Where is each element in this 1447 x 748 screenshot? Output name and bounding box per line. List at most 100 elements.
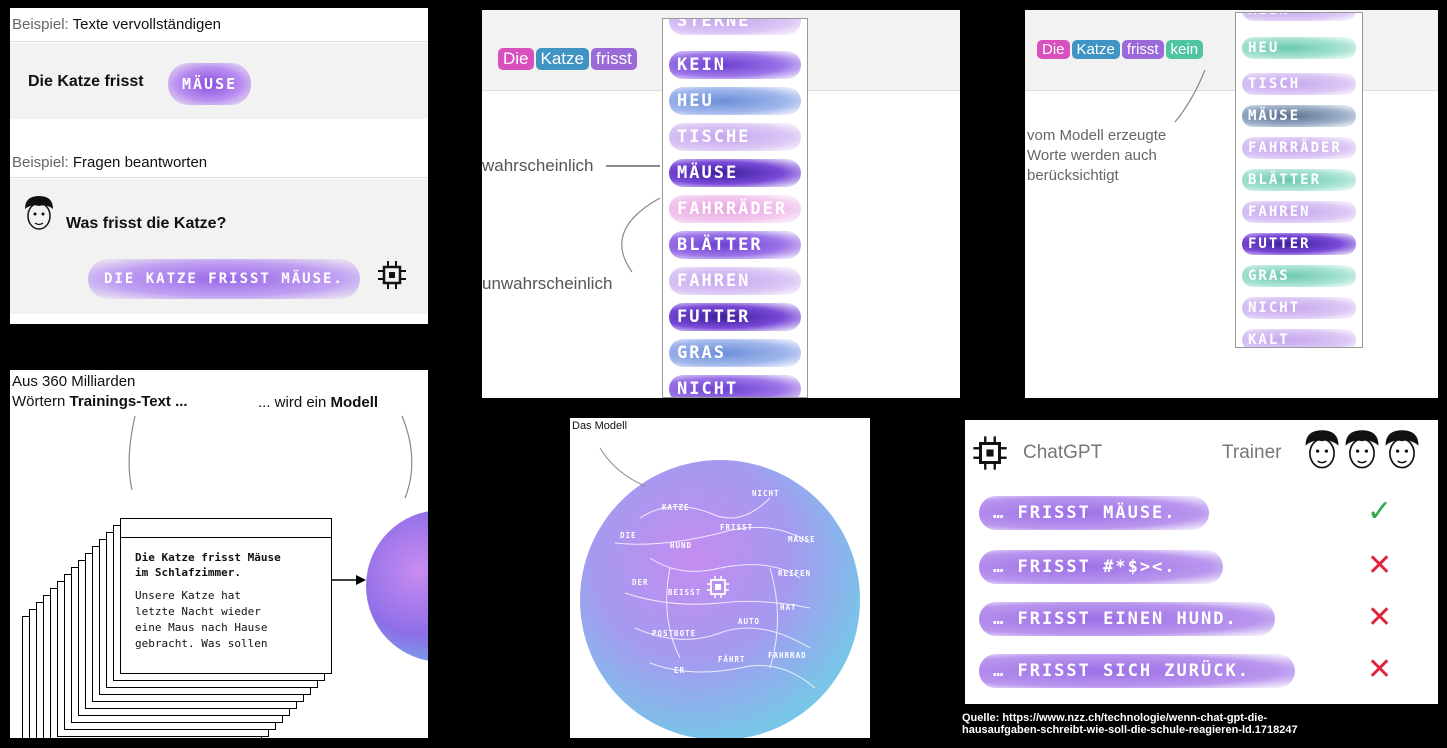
token-kein: kein — [1165, 40, 1204, 59]
model-word: BEISST — [668, 588, 701, 597]
panel2-word-item: FUTTER — [669, 303, 801, 331]
model-word: MÄUSE — [788, 535, 816, 544]
feedback-row: … FRISST MÄUSE. ✓ — [965, 494, 1438, 534]
panel2-word-item: FAHRRÄDER — [669, 195, 801, 223]
doc-body-line-1: Unsere Katze hat — [135, 589, 241, 602]
example1-title: Texte vervollständigen — [72, 16, 222, 33]
example1-sentence: Die Katze frisst — [28, 73, 144, 90]
token-die: Die — [498, 48, 534, 70]
doc-body-line-3: eine Maus nach Hause — [135, 621, 268, 634]
panel-generated-words: DieKatzefrisstkein KEIN HEU TISCH MÄUSE FAHR… — [1025, 10, 1438, 398]
question-text: Was frisst die Katze? — [66, 215, 227, 232]
panel3-word-item: FUTTER — [1242, 233, 1356, 255]
panel3-token-row: Die Katze frisst kein — [1037, 40, 1205, 59]
panel2-word-item: HEU — [669, 87, 801, 115]
panel2-word-item: TISCHE — [669, 123, 801, 151]
panel2-word-item: STERNE — [669, 19, 801, 35]
model-word: FÄHRT — [718, 655, 746, 664]
panel-training: Aus 360 Milliarden Wörtern Trainings-Tex… — [10, 370, 428, 738]
model-word: DIE — [620, 531, 637, 540]
source-line-1: Quelle: https://www.nzz.ch/technologie/w… — [962, 712, 1268, 724]
model-word: NICHT — [752, 489, 780, 498]
cross-icon: ✕ — [1367, 600, 1393, 635]
panel3-word-item: FAHRRÄDER — [1242, 137, 1356, 159]
panel3-word-item: NICHT — [1242, 297, 1356, 319]
check-icon: ✓ — [1367, 494, 1393, 529]
chip-icon — [376, 259, 408, 291]
note-line-3: berücksichtigt — [1027, 167, 1119, 184]
model-sphere: NICHT KATZE FRISST DIE HUND MÄUSE REIFEN DER BEI… — [580, 447, 860, 738]
model-word: ER — [674, 666, 685, 675]
panel3-word-item: HEU — [1242, 37, 1356, 59]
token-frisst: frisst — [1121, 40, 1164, 59]
doc-body-line-4: gebracht. Was sollen — [135, 637, 268, 650]
panel2-word-item: NICHT — [669, 375, 801, 397]
candidate-answer: … FRISST EINEN HUND. — [979, 602, 1275, 636]
likely-label: wahrscheinlich — [482, 156, 594, 175]
model-word: REIFEN — [778, 569, 811, 578]
panel3-word-item: GRAS — [1242, 265, 1356, 287]
panel2-word-item: BLÄTTER — [669, 231, 801, 259]
chip-icon — [971, 434, 1009, 472]
example1-header: Beispiel: Texte vervollständigen — [10, 8, 428, 42]
panel-examples: Beispiel: Texte vervollständigen Die Kat… — [10, 8, 428, 324]
cross-icon: ✕ — [1367, 652, 1393, 687]
panel3-word-item: TISCH — [1242, 73, 1356, 95]
front-document: Die Katze frisst Mäuse im Schlafzimmer. … — [120, 518, 332, 674]
model-word: POSTBOTE — [652, 629, 696, 638]
model-word: KATZE — [662, 503, 690, 512]
feedback-row: … FRISST SICH ZURÜCK. ✕ — [965, 652, 1438, 692]
panel3-word-item: KALT — [1242, 329, 1356, 347]
panel3-note: vom Modell erzeugte Worte werden auch be… — [1027, 126, 1166, 186]
panel3-word-item: FAHREN — [1242, 201, 1356, 223]
panel3-word-item: MÄUSE — [1242, 105, 1356, 127]
model-word: FAHRRAD — [768, 651, 807, 660]
token-katze: Katze — [1071, 40, 1120, 59]
chatgpt-label: ChatGPT — [1023, 442, 1103, 463]
person-face-icon — [1303, 428, 1341, 477]
person-face-icon — [1383, 428, 1421, 477]
feedback-row: … FRISST EINEN HUND. ✕ — [965, 600, 1438, 640]
doc-title-line-1: Die Katze frisst Mäuse — [135, 551, 281, 564]
panel2-word-list: STERNE KEIN HEU TISCHE MÄUSE FAHRRÄDER BLÄTTER… — [662, 18, 808, 398]
model-word: DER — [632, 578, 649, 587]
person-face-icon — [1343, 428, 1381, 477]
panel2-word-item: MÄUSE — [669, 159, 801, 187]
panel3-word-item: KEIN — [1242, 13, 1356, 21]
panel3-word-list: KEIN HEU TISCH MÄUSE FAHRRÄDER BLÄTTER FAHREN F… — [1235, 12, 1363, 348]
model-word: HAT — [780, 603, 797, 612]
model-word: HUND — [670, 541, 692, 550]
panel-model-sphere: Das Modell NICHT KATZE FRISST DIE HUND M… — [570, 418, 870, 738]
panel2-token-row: Die Katze frisst — [498, 48, 639, 70]
candidate-answer: … FRISST #*$><. — [979, 550, 1223, 584]
trainer-label: Trainer — [1222, 442, 1282, 463]
candidate-answer: … FRISST MÄUSE. — [979, 496, 1209, 530]
token-die: Die — [1037, 40, 1070, 59]
example2-header: Beispiel: Fragen beantworten — [10, 120, 428, 178]
example2-title: Fragen beantworten — [72, 154, 208, 171]
panel2-word-item: FAHREN — [669, 267, 801, 295]
panel2-word-item: GRAS — [669, 339, 801, 367]
example2-body: Was frisst die Katze? DIE KATZE FRISST M… — [10, 179, 428, 314]
cross-icon: ✕ — [1367, 548, 1393, 583]
panel-word-probabilities: Die Katze frisst STERNE KEIN HEU TISCHE MÄUSE F… — [482, 10, 960, 398]
doc-title-line-2: im Schlafzimmer. — [135, 566, 241, 579]
source-line-2: hausaufgaben-schreibt-wie-soll-die-schul… — [962, 724, 1298, 736]
panel-trainer-feedback: ChatGPT Trainer … FRISST MÄUSE. ✓… FRISST… — [965, 420, 1438, 704]
feedback-row: … FRISST #*$><. ✕ — [965, 548, 1438, 588]
panel3-word-item: BLÄTTER — [1242, 169, 1356, 191]
example1-word: MÄUSE — [168, 63, 252, 105]
example1-body: Die Katze frisst MÄUSE — [10, 43, 428, 119]
token-katze: Katze — [535, 48, 589, 70]
example2-label: Beispiel: — [12, 154, 69, 171]
answer-text: DIE KATZE FRISST MÄUSE. — [88, 259, 360, 299]
panel2-word-item: KEIN — [669, 51, 801, 79]
example1-label: Beispiel: — [12, 16, 69, 33]
unlikely-label: unwahrscheinlich — [482, 274, 613, 293]
note-line-2: Worte werden auch — [1027, 147, 1157, 164]
doc-body-line-2: letzte Nacht wieder — [135, 605, 261, 618]
token-frisst: frisst — [591, 48, 637, 70]
model-word: AUTO — [738, 617, 760, 626]
note-line-1: vom Modell erzeugte — [1027, 127, 1167, 144]
candidate-answer: … FRISST SICH ZURÜCK. — [979, 654, 1295, 688]
